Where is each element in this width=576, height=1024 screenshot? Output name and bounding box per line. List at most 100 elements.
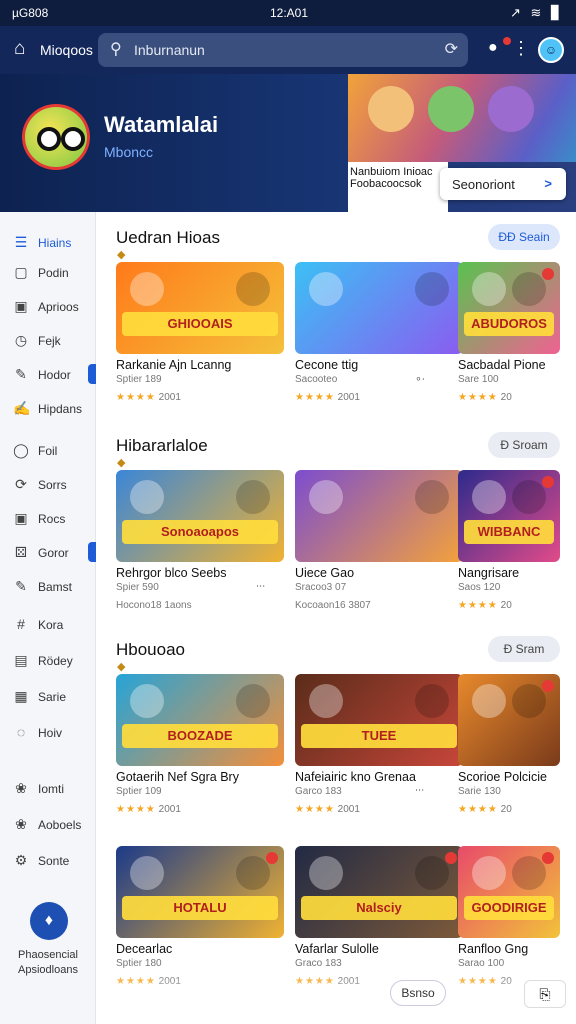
hero-button-label: Seonoriont	[452, 177, 515, 192]
game-thumbnail[interactable]	[458, 674, 560, 766]
sidebar-item-1[interactable]: ▢ Podin	[0, 258, 96, 288]
search-icon: ⚲	[110, 41, 122, 58]
star-rating-icon: ★★★★	[458, 804, 498, 815]
game-rating: Hocono18 1aons	[116, 600, 192, 611]
avatar[interactable]: ☺	[538, 37, 564, 63]
mascot-logo	[22, 104, 90, 170]
sidebar-item-13[interactable]: ▦ Sarie	[0, 682, 96, 712]
game-rating: ★★★★ 20	[458, 804, 512, 815]
sidebar-item-label: Aoboels	[38, 818, 82, 832]
hero-caption-line1: Nanbuiom Inioac	[350, 166, 433, 178]
game-card[interactable]: Sonoaoapos Rehrgor blco Seebs Spier 590 Ho…	[116, 470, 284, 620]
home-fab-button[interactable]: ♦	[30, 902, 68, 940]
game-thumbnail[interactable]: ABUDOROS	[458, 262, 560, 354]
sidebar-item-label: Hiains	[38, 236, 72, 250]
section-search-button[interactable]: Ð Sram	[488, 636, 560, 662]
game-card[interactable]: Cecone ttig Sacooteo ★★★★ 2001 ∘∙	[295, 262, 463, 412]
sidebar-item-11[interactable]: # Kora	[0, 610, 96, 640]
section-search-button[interactable]: Ð Sroam	[488, 432, 560, 458]
more-dots-icon[interactable]: ∙∙∙	[256, 580, 265, 592]
game-meta: Sarao 100	[458, 958, 505, 969]
sidebar-item-3[interactable]: ◷ Fejk	[0, 326, 96, 356]
refresh-icon[interactable]: ⟳	[445, 39, 458, 59]
game-thumbnail[interactable]: TUEE	[295, 674, 463, 766]
character-art	[512, 684, 546, 718]
sidebar-item-6[interactable]: ◯ Foil	[0, 436, 96, 466]
section-icon: ◆	[117, 457, 126, 469]
section-search-button[interactable]: ÐÐ Seain	[488, 224, 560, 250]
game-card[interactable]: GHIOOAIS Rarkanie Ajn Lcanng Sptier 189 ★★★…	[116, 262, 284, 412]
game-thumbnail[interactable]: HOTALU	[116, 846, 284, 938]
game-card[interactable]: Scorioe Polcicie Sarie 130 ★★★★ 20	[458, 674, 560, 824]
game-card[interactable]: TUEE Nafeiairic kno Grenaa Garco 183 ★★★★ 2…	[295, 674, 463, 824]
character-art	[236, 480, 270, 514]
character-art	[415, 684, 449, 718]
rating-value: 20	[500, 600, 512, 611]
game-title: Cecone ttig	[295, 358, 359, 372]
game-logo-text: BOOZADE	[122, 724, 278, 748]
more-button[interactable]: Bsnso	[390, 980, 446, 1006]
game-thumbnail[interactable]: BOOZADE	[116, 674, 284, 766]
game-thumbnail[interactable]: WIBBANC	[458, 470, 560, 562]
game-rating: ★★★★ 20	[458, 392, 512, 403]
sidebar-item-5[interactable]: ✍ Hipdans	[0, 394, 96, 424]
search-bar[interactable]: ⚲ Inburnanun ⟳	[98, 33, 468, 67]
more-options-icon[interactable]: ⋮	[512, 38, 530, 59]
game-title: Uiece Gao	[295, 566, 355, 580]
fab-label-line2: Apsiodloans	[18, 964, 78, 976]
game-title: Decearlac	[116, 942, 173, 956]
sidebar-item-15[interactable]: ❀ Iomti	[0, 774, 96, 804]
sidebar-item-12[interactable]: ▤ Rödey	[0, 646, 96, 676]
notification-icon[interactable]: ●	[488, 39, 498, 57]
active-indicator	[88, 542, 96, 562]
game-card[interactable]: ABUDOROS Sacbadal Pione Sare 100 ★★★★ 20	[458, 262, 560, 412]
game-card[interactable]: Uiece Gao Sracoo3 07 Kocoaon16 3807	[295, 470, 463, 620]
game-card[interactable]: BOOZADE Gotaerih Nef Sgra Bry Sptier 109 ★★…	[116, 674, 284, 824]
app-title: Mioqoos	[40, 42, 93, 58]
sidebar-item-14[interactable]: ◌ Hoiv	[0, 718, 96, 748]
sidebar-item-16[interactable]: ❀ Aoboels	[0, 810, 96, 840]
sidebar-item-label: Foil	[38, 444, 58, 458]
sidebar-icon: ▢	[14, 264, 28, 280]
character-art	[309, 272, 343, 306]
hero-banner[interactable]: Watamlalai Mboncc Nanbuiom Inioac Foobac…	[0, 74, 576, 212]
character-art	[415, 856, 449, 890]
sidebar-item-4[interactable]: ✎ Hodor	[0, 360, 96, 390]
game-logo-text: Sonoaoapos	[122, 520, 278, 544]
game-title: Gotaerih Nef Sgra Bry	[116, 770, 239, 784]
more-dots-icon[interactable]: ∙∙∙	[415, 784, 424, 796]
sidebar-item-label: Hoiv	[38, 726, 63, 740]
more-dots-icon[interactable]: ∘∙	[415, 372, 425, 385]
sidebar-item-9[interactable]: ⚄ Goror	[0, 538, 96, 568]
sidebar-item-0[interactable]: ☰ Hiains	[0, 228, 96, 258]
new-badge	[266, 852, 278, 864]
game-logo-text: ABUDOROS	[464, 312, 554, 336]
game-title: Nangrisare	[458, 566, 520, 580]
sidebar-item-7[interactable]: ⟳ Sorrs	[0, 470, 96, 500]
sidebar-item-label: Iomti	[38, 782, 65, 796]
fab-label-line1: Phaosencial	[18, 949, 78, 961]
sidebar-item-10[interactable]: ✎ Bamst	[0, 572, 96, 602]
sidebar-icon: ⟳	[15, 476, 27, 492]
sidebar-item-8[interactable]: ▣ Rocs	[0, 504, 96, 534]
character-art	[472, 480, 506, 514]
game-thumbnail[interactable]: GOODIRIGE	[458, 846, 560, 938]
home-icon[interactable]: ⌂	[14, 38, 25, 60]
hero-button[interactable]: Seonoriont >	[440, 168, 566, 200]
sidebar-item-17[interactable]: ⚙ Sonte	[0, 846, 96, 876]
game-thumbnail[interactable]	[295, 470, 463, 562]
game-title: Ranfloo Gng	[458, 942, 529, 956]
game-thumbnail[interactable]	[295, 262, 463, 354]
game-logo-text: GOODIRIGE	[464, 896, 554, 920]
game-thumbnail[interactable]: GHIOOAIS	[116, 262, 284, 354]
game-title: Sacbadal Pione	[458, 358, 546, 372]
search-input[interactable]: Inburnanun	[134, 42, 205, 58]
game-meta: Graco 183	[295, 958, 342, 969]
sidebar-item-2[interactable]: ▣ Aprioos	[0, 292, 96, 322]
game-thumbnail[interactable]: Sonoaoapos	[116, 470, 284, 562]
game-meta: Sacooteo	[295, 374, 338, 385]
layout-icon[interactable]: ⎘	[524, 980, 566, 1008]
game-title: Rehrgor blco Seebs	[116, 566, 227, 580]
game-card[interactable]: WIBBANC Nangrisare Saos 120 ★★★★ 20	[458, 470, 560, 620]
game-thumbnail[interactable]: Nalsciy	[295, 846, 463, 938]
